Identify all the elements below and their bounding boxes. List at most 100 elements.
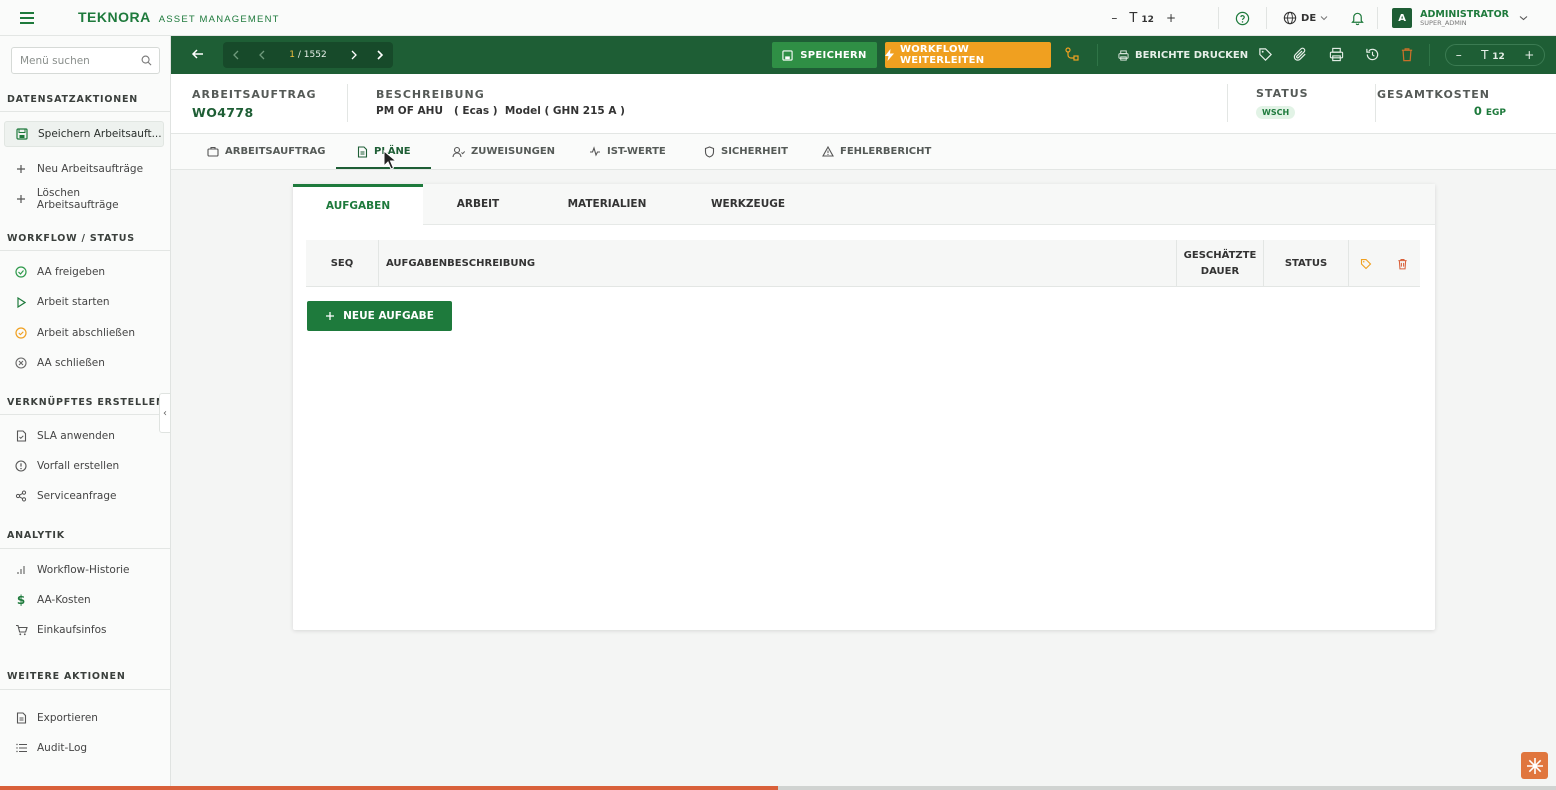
alert-circle-icon	[14, 459, 28, 473]
briefcase-icon	[207, 146, 219, 157]
font-increase-button[interactable]: +	[1166, 11, 1176, 25]
close-circle-icon	[14, 356, 28, 370]
subtab-materials[interactable]: MATERIALIEN	[533, 184, 681, 224]
font-size-value: 12	[1492, 52, 1505, 62]
new-task-button[interactable]: NEUE AUFGABE	[307, 301, 452, 331]
notification-bell-icon[interactable]	[1350, 10, 1365, 26]
sidebar-collapse-button[interactable]: ‹	[159, 393, 171, 433]
section-title-linked: VERKNÜPFTES ERSTELLEN	[7, 397, 165, 408]
menu-search	[11, 47, 160, 74]
brand-logo[interactable]: TEKNORA ASSET MANAGEMENT	[78, 9, 280, 25]
play-icon	[14, 295, 28, 309]
page-counter: 1 / 1552	[275, 50, 341, 60]
section-title-workflow: WORKFLOW / STATUS	[7, 233, 135, 244]
section-title-record-actions: DATENSATZAKTIONEN	[7, 94, 139, 105]
user-menu[interactable]: ADMINISTRATOR SUPER_ADMIN	[1420, 10, 1509, 26]
sidebar-item-label: Vorfall erstellen	[37, 460, 120, 472]
font-decrease-button[interactable]: –	[1111, 11, 1117, 25]
sidebar-item-label: AA schließen	[37, 357, 105, 369]
chevron-down-icon[interactable]	[1519, 15, 1528, 21]
subtab-labor[interactable]: ARBEIT	[423, 184, 533, 224]
workflow-route-icon[interactable]	[1065, 47, 1079, 61]
column-header-duration[interactable]: GESCHÄTZTE DAUER	[1177, 240, 1263, 287]
plus-icon	[14, 192, 28, 206]
sidebar-item-history[interactable]: Workflow-Historie	[4, 557, 164, 583]
delete-icon[interactable]	[1400, 47, 1414, 62]
assistant-sparkle-button[interactable]	[1521, 752, 1548, 779]
user-avatar[interactable]: A	[1392, 8, 1413, 28]
column-header-seq[interactable]: SEQ	[306, 240, 378, 287]
first-page-icon[interactable]	[223, 42, 249, 68]
sidebar-item-service[interactable]: Serviceanfrage	[4, 483, 164, 509]
work-order-number: WO4778	[192, 105, 254, 120]
workflow-forward-button[interactable]: WORKFLOW WEITERLEITEN	[885, 42, 1051, 68]
tab-failure-report[interactable]: FEHLERBERICHT	[822, 134, 931, 169]
sidebar-item-label: AA-Kosten	[37, 594, 91, 606]
save-button[interactable]: SPEICHERN	[772, 42, 877, 68]
search-icon[interactable]	[141, 55, 152, 66]
divider	[0, 414, 170, 415]
warning-triangle-icon	[822, 146, 834, 157]
sidebar-item-delete[interactable]: Löschen Arbeitsaufträge	[4, 186, 164, 212]
mouse-cursor-icon	[383, 150, 397, 170]
tab-actuals[interactable]: IST-WERTE	[589, 134, 666, 169]
sidebar-item-purchase[interactable]: Einkaufsinfos	[4, 617, 164, 643]
toolbar-font-size-control: – T 12 +	[1445, 44, 1545, 66]
last-page-icon[interactable]	[367, 42, 393, 68]
divider	[0, 689, 170, 690]
language-selector[interactable]: DE	[1283, 11, 1328, 25]
new-task-label: NEUE AUFGABE	[343, 310, 434, 322]
sidebar-item-release[interactable]: AA freigeben	[4, 259, 164, 285]
brand-subtitle: ASSET MANAGEMENT	[158, 14, 280, 25]
tab-work-order[interactable]: ARBEITSAUFTRAG	[207, 134, 326, 169]
font-decrease-button[interactable]: –	[1456, 48, 1462, 62]
sidebar-item-save[interactable]: Speichern Arbeitsauft...	[4, 121, 164, 147]
hamburger-menu-icon[interactable]	[18, 9, 38, 27]
cost-currency: EGP	[1485, 108, 1506, 118]
tab-label: ZUWEISUNGEN	[471, 146, 556, 157]
user-role: SUPER_ADMIN	[1420, 18, 1467, 27]
tag-column-icon[interactable]	[1348, 240, 1384, 287]
help-icon[interactable]	[1235, 11, 1250, 26]
paperclip-icon[interactable]	[1293, 47, 1308, 62]
history-icon[interactable]	[1365, 47, 1380, 62]
menu-search-input[interactable]	[12, 48, 132, 73]
subtab-tasks[interactable]: AUFGABEN	[293, 184, 423, 225]
record-header: ARBEITSAUFTRAG WO4778 BESCHREIBUNG PM OF…	[171, 74, 1556, 134]
tag-icon[interactable]	[1258, 47, 1273, 62]
plan-subtabs: AUFGABEN ARBEIT MATERIALIEN WERKZEUGE	[293, 184, 1435, 225]
prev-page-icon[interactable]	[249, 42, 275, 68]
print-reports-button[interactable]: BERICHTE DRUCKEN	[1118, 42, 1248, 68]
sidebar-item-costs[interactable]: $ AA-Kosten	[4, 587, 164, 613]
column-header-description[interactable]: AUFGABENBESCHREIBUNG	[386, 240, 1166, 287]
tab-label: IST-WERTE	[607, 146, 666, 157]
column-header-status[interactable]: STATUS	[1264, 240, 1348, 287]
sparkle-icon	[1526, 757, 1544, 775]
sidebar-item-incident[interactable]: Vorfall erstellen	[4, 453, 164, 479]
sidebar: DATENSATZAKTIONEN Speichern Arbeitsauft.…	[0, 36, 171, 790]
sidebar-item-sla[interactable]: SLA anwenden	[4, 423, 164, 449]
progress-fill	[0, 786, 778, 790]
font-increase-button[interactable]: +	[1524, 48, 1534, 62]
chevron-down-icon	[1320, 15, 1328, 21]
next-page-icon[interactable]	[341, 42, 367, 68]
sidebar-item-export[interactable]: Exportieren	[4, 705, 164, 731]
document-icon	[14, 711, 28, 725]
tab-safety[interactable]: SICHERHEIT	[704, 134, 788, 169]
divider	[1429, 44, 1430, 66]
divider	[1375, 84, 1376, 122]
printer-icon[interactable]	[1329, 47, 1344, 62]
delete-column-icon[interactable]	[1384, 240, 1420, 287]
sidebar-item-new[interactable]: Neu Arbeitsaufträge	[4, 156, 164, 182]
sidebar-item-close[interactable]: AA schließen	[4, 350, 164, 376]
plus-icon	[325, 311, 335, 321]
page-current: 1	[289, 50, 296, 60]
tab-assignments[interactable]: ZUWEISUNGEN	[452, 134, 555, 169]
sidebar-item-finish[interactable]: Arbeit abschließen	[4, 320, 164, 346]
save-icon	[15, 127, 29, 141]
sidebar-item-audit[interactable]: Audit-Log	[4, 735, 164, 761]
document-icon	[357, 145, 368, 158]
subtab-tools[interactable]: WERKZEUGE	[681, 184, 815, 224]
back-arrow-icon[interactable]	[191, 47, 205, 61]
sidebar-item-start[interactable]: Arbeit starten	[4, 289, 164, 315]
